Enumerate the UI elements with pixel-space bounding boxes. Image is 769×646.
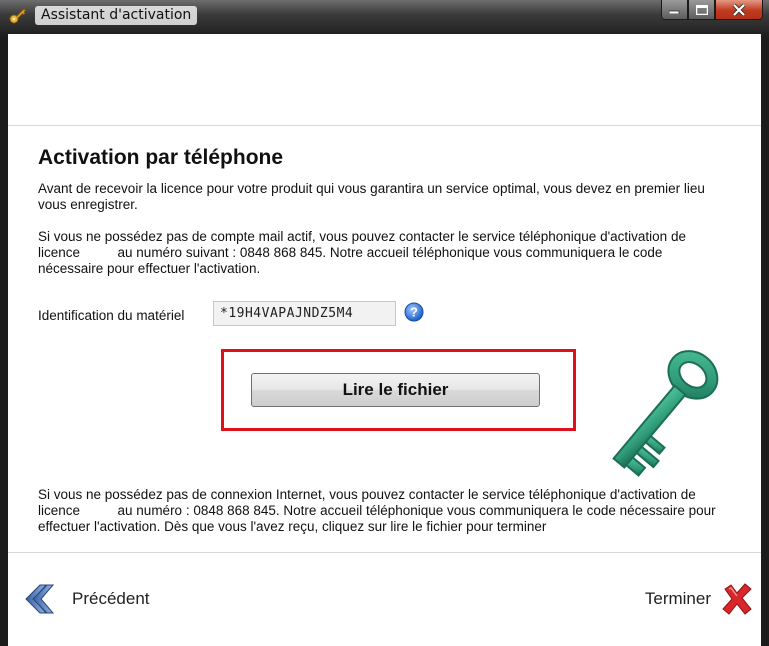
read-file-button[interactable]: Lire le fichier <box>251 373 540 407</box>
close-icon <box>732 3 746 16</box>
title-bar[interactable]: Assistant d'activation <box>0 0 769 32</box>
double-chevron-left-icon <box>25 584 55 614</box>
footer-divider <box>8 552 761 553</box>
back-button[interactable]: Précédent <box>22 583 150 615</box>
back-button-label: Précédent <box>72 589 150 608</box>
header-divider <box>8 125 761 126</box>
green-key-illustration <box>612 350 719 477</box>
minimize-icon <box>669 10 680 14</box>
no-internet-info-text: Si vous ne possédez pas de connexion Int… <box>38 487 720 534</box>
finish-button-label: Terminer <box>644 589 711 608</box>
caption-buttons <box>661 0 763 20</box>
svg-text:?: ? <box>410 305 418 320</box>
help-icon[interactable]: ? <box>404 302 424 322</box>
wizard-client-area: Activation par téléphone Avant de recevo… <box>8 34 761 646</box>
close-button[interactable] <box>715 0 763 20</box>
phone-info-text: Si vous ne possédez pas de compte mail a… <box>38 229 690 276</box>
hardware-id-label: Identification du matériel <box>38 308 185 323</box>
key-icon <box>9 8 27 24</box>
finish-button[interactable]: Terminer <box>645 583 753 615</box>
maximize-button[interactable] <box>688 0 715 20</box>
activation-wizard-window: Assistant d'activation Activation par té… <box>0 0 769 646</box>
maximize-icon <box>695 4 708 15</box>
page-title: Activation par téléphone <box>38 146 284 169</box>
red-x-icon <box>722 583 752 615</box>
minimize-button[interactable] <box>661 0 688 20</box>
hardware-id-field[interactable]: *19H4VAPAJNDZ5M4 <box>213 301 396 326</box>
window-title: Assistant d'activation <box>35 6 198 25</box>
intro-text: Avant de recevoir la licence pour votre … <box>38 181 705 212</box>
